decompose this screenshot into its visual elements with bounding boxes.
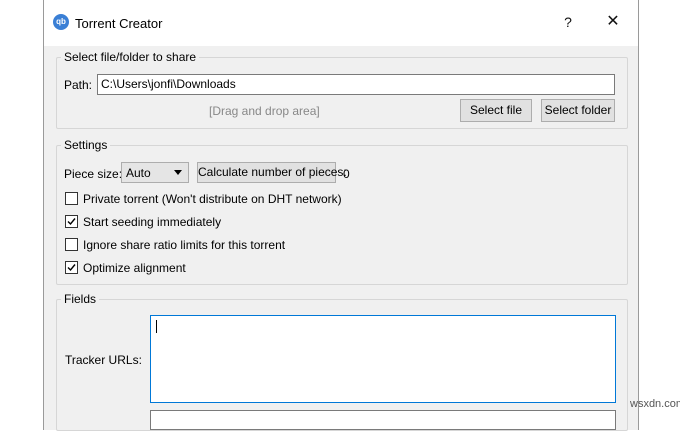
piece-size-select[interactable]: Auto bbox=[121, 162, 189, 183]
path-label: Path: bbox=[64, 78, 93, 92]
piece-size-value: Auto bbox=[126, 166, 151, 180]
help-button[interactable]: ? bbox=[554, 10, 582, 34]
select-folder-button[interactable]: Select folder bbox=[541, 99, 615, 122]
start-seeding-label: Start seeding immediately bbox=[83, 215, 222, 229]
drag-drop-area[interactable]: [Drag and drop area] bbox=[209, 104, 320, 118]
optimize-alignment-checkbox[interactable] bbox=[65, 261, 78, 274]
share-group-title: Select file/folder to share bbox=[61, 50, 200, 64]
settings-group-title: Settings bbox=[61, 138, 111, 152]
piece-size-label: Piece size: bbox=[64, 167, 123, 181]
path-input[interactable]: C:\Users\jonfi\Downloads bbox=[97, 74, 615, 95]
private-torrent-checkbox[interactable] bbox=[65, 192, 78, 205]
torrent-creator-dialog: qb Torrent Creator ? ✕ Select file/folde… bbox=[43, 0, 639, 431]
start-seeding-checkbox[interactable] bbox=[65, 215, 78, 228]
title-bar[interactable]: qb Torrent Creator ? ✕ bbox=[44, 0, 638, 46]
pieces-count: 0 bbox=[343, 167, 350, 181]
select-file-button[interactable]: Select file bbox=[460, 99, 532, 122]
close-button[interactable]: ✕ bbox=[599, 10, 627, 34]
tracker-urls-label: Tracker URLs: bbox=[65, 353, 142, 367]
checkmark-icon bbox=[67, 218, 76, 226]
chevron-down-icon bbox=[174, 170, 182, 175]
window-title: Torrent Creator bbox=[75, 16, 163, 31]
optimize-alignment-label: Optimize alignment bbox=[83, 261, 186, 275]
qbittorrent-app-icon: qb bbox=[53, 14, 69, 30]
ignore-ratio-label: Ignore share ratio limits for this torre… bbox=[83, 238, 286, 252]
watermark: wsxdn.com bbox=[630, 398, 680, 410]
tracker-urls-input[interactable] bbox=[150, 315, 616, 403]
ignore-ratio-checkbox[interactable] bbox=[65, 238, 78, 251]
calculate-pieces-button[interactable]: Calculate number of pieces: bbox=[197, 162, 347, 183]
private-torrent-label: Private torrent (Won't distribute on DHT… bbox=[83, 192, 342, 206]
checkmark-icon bbox=[67, 264, 76, 272]
web-seed-urls-input[interactable] bbox=[150, 410, 616, 430]
text-caret bbox=[156, 320, 157, 333]
fields-group-title: Fields bbox=[61, 292, 100, 306]
